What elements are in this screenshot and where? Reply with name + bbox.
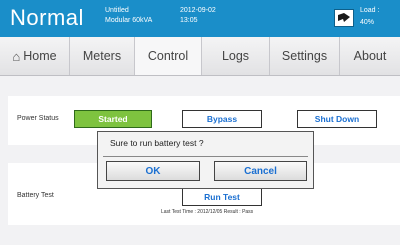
- status-header: Normal Untitled Modular 60kVA 2012-09-02…: [0, 0, 400, 37]
- tab-meters[interactable]: Meters: [70, 37, 135, 75]
- tab-meters-label: Meters: [82, 49, 122, 63]
- tab-about-label: About: [353, 49, 387, 63]
- tab-settings-label: Settings: [281, 49, 328, 63]
- shut-down-button[interactable]: Shut Down: [297, 110, 377, 128]
- bypass-button-label: Bypass: [206, 114, 238, 124]
- run-test-button-label: Run Test: [204, 192, 240, 202]
- ok-button-label: OK: [145, 165, 161, 177]
- date: 2012-09-02: [180, 7, 216, 14]
- dialog-divider: [103, 156, 308, 157]
- tab-control[interactable]: Control: [135, 37, 202, 75]
- run-test-button[interactable]: Run Test: [182, 188, 262, 206]
- tab-settings[interactable]: Settings: [270, 37, 340, 75]
- cancel-button[interactable]: Cancel: [214, 161, 307, 181]
- tab-home[interactable]: ⌂ Home: [0, 37, 70, 75]
- device-info: Untitled Modular 60kVA: [105, 6, 152, 26]
- date-time: 2012-09-02 13:05: [180, 6, 216, 26]
- tab-logs-label: Logs: [221, 49, 250, 63]
- load-indicator: Load : 40%: [360, 6, 379, 28]
- cancel-button-label: Cancel: [244, 165, 277, 177]
- load-label: Load :: [360, 7, 380, 14]
- shut-down-button-label: Shut Down: [314, 114, 360, 124]
- device-name: Untitled: [105, 7, 129, 14]
- load-value: 40%: [360, 19, 375, 26]
- tab-control-label: Control: [147, 49, 189, 63]
- started-button-label: Started: [98, 114, 128, 124]
- dialog-message: Sure to run battery test ?: [110, 138, 204, 148]
- time: 13:05: [180, 17, 198, 24]
- confirm-dialog: Sure to run battery test ? OK Cancel: [97, 131, 314, 189]
- device-model: Modular 60kVA: [105, 17, 153, 24]
- ok-button[interactable]: OK: [106, 161, 200, 181]
- main-tabs: ⌂ Home Meters Control Logs Settings Abou…: [0, 37, 400, 76]
- tab-home-label: Home: [23, 49, 57, 63]
- started-button[interactable]: Started: [74, 110, 152, 128]
- power-status-label: Power Status: [17, 115, 59, 122]
- ups-screen: Normal Untitled Modular 60kVA 2012-09-02…: [0, 0, 400, 245]
- tab-about[interactable]: About: [340, 37, 400, 75]
- bypass-button[interactable]: Bypass: [182, 110, 262, 128]
- battery-test-label: Battery Test: [17, 192, 54, 199]
- battery-status-icon: [334, 9, 354, 27]
- last-test-info: Last Test Time : 2012/12/05 Result : Pas…: [161, 209, 254, 215]
- home-icon: ⌂: [12, 48, 21, 64]
- ups-mode: Normal: [10, 5, 84, 30]
- tab-logs[interactable]: Logs: [202, 37, 270, 75]
